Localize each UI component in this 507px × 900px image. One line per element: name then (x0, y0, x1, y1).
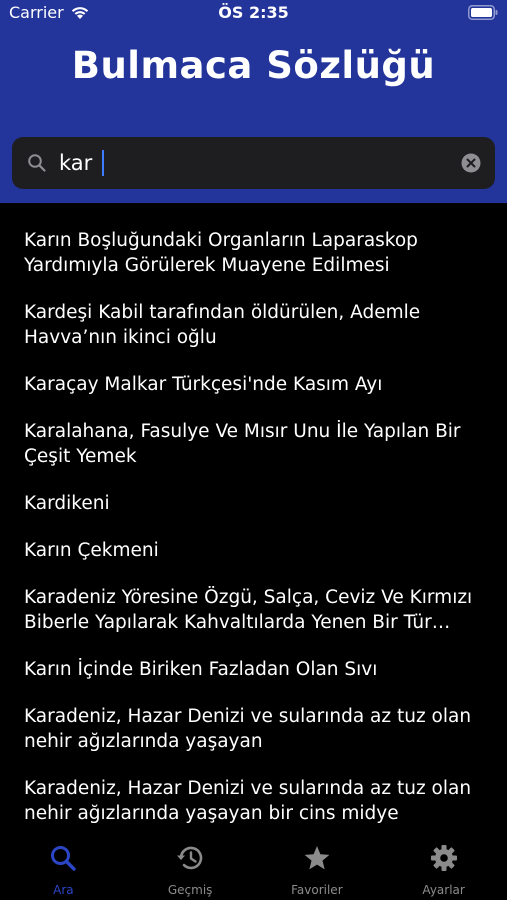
list-item-text: Karadeniz, Hazar Denizi ve sularında az … (24, 778, 472, 824)
list-item[interactable]: Karalahana, Fasulye Ve Mısır Unu İle Yap… (0, 403, 507, 475)
tab-search[interactable]: Ara (0, 832, 127, 900)
history-icon (177, 846, 203, 870)
tab-label: Favoriler (291, 883, 343, 897)
search-icon (28, 154, 46, 172)
list-item-text: Karadeniz, Hazar Denizi ve sularında az … (24, 706, 472, 752)
tab-label: Ara (53, 883, 74, 897)
list-item-text: Karaçay Malkar Türkçesi'nde Kasım Ayı (24, 374, 383, 395)
tab-history[interactable]: Geçmiş (127, 832, 254, 900)
list-item[interactable]: Karadeniz, Hazar Denizi ve sularında az … (0, 760, 507, 832)
header: Carrier ÖS 2:35 Bulmaca Sözlüğü (0, 0, 507, 203)
list-item[interactable]: Karaçay Malkar Türkçesi'nde Kasım Ayı (0, 356, 507, 403)
list-item[interactable]: Karadeniz Yöresine Özgü, Salça, Ceviz Ve… (0, 569, 507, 641)
list-item-text: Kardikeni (24, 493, 110, 514)
list-item-text: Karın Çekmeni (24, 540, 159, 561)
tab-bar: Ara Geçmiş Favoriler Ayarlar (0, 832, 507, 900)
list-item-text: Karın Boşluğundaki Organların Laparaskop… (24, 230, 418, 276)
list-item[interactable]: Kardikeni (0, 475, 507, 522)
page-title: Bulmaca Sözlüğü (71, 44, 436, 87)
search-bar[interactable] (12, 137, 495, 189)
search-input[interactable] (59, 147, 459, 179)
gear-icon (430, 845, 457, 871)
list-item-text: Karın İçinde Biriken Fazladan Olan Sıvı (24, 659, 378, 680)
list-item[interactable]: Karın Boşluğundaki Organların Laparaskop… (0, 212, 507, 284)
tab-favorites[interactable]: Favoriler (254, 832, 381, 900)
list-item[interactable]: Kardeşi Kabil tarafından öldürülen, Adem… (0, 284, 507, 356)
clear-search-icon[interactable] (461, 153, 481, 173)
tab-label: Ayarlar (422, 883, 465, 897)
list-item-text: Karadeniz Yöresine Özgü, Salça, Ceviz Ve… (24, 587, 473, 633)
app-screen: Carrier ÖS 2:35 Bulmaca Sözlüğü kar Karı… (0, 0, 507, 900)
status-bar: Carrier ÖS 2:35 (0, 0, 507, 28)
list-item[interactable]: Karadeniz, Hazar Denizi ve sularında az … (0, 688, 507, 760)
tab-label: Geçmiş (167, 883, 213, 897)
tab-settings[interactable]: Ayarlar (380, 832, 507, 900)
text-cursor (102, 150, 104, 176)
list-item-text: Kardeşi Kabil tarafından öldürülen, Adem… (24, 302, 421, 348)
list-item[interactable]: Karın İçinde Biriken Fazladan Olan Sıvı (0, 641, 507, 688)
battery-icon (468, 5, 498, 20)
search-icon (51, 846, 77, 871)
star-icon (304, 846, 330, 870)
list-item[interactable]: Karın Çekmeni (0, 522, 507, 569)
list-item-text: Karalahana, Fasulye Ve Mısır Unu İle Yap… (24, 421, 461, 467)
results-list: Karın Boşluğundaki Organların Laparaskop… (0, 212, 507, 832)
status-time: ÖS 2:35 (218, 3, 289, 22)
